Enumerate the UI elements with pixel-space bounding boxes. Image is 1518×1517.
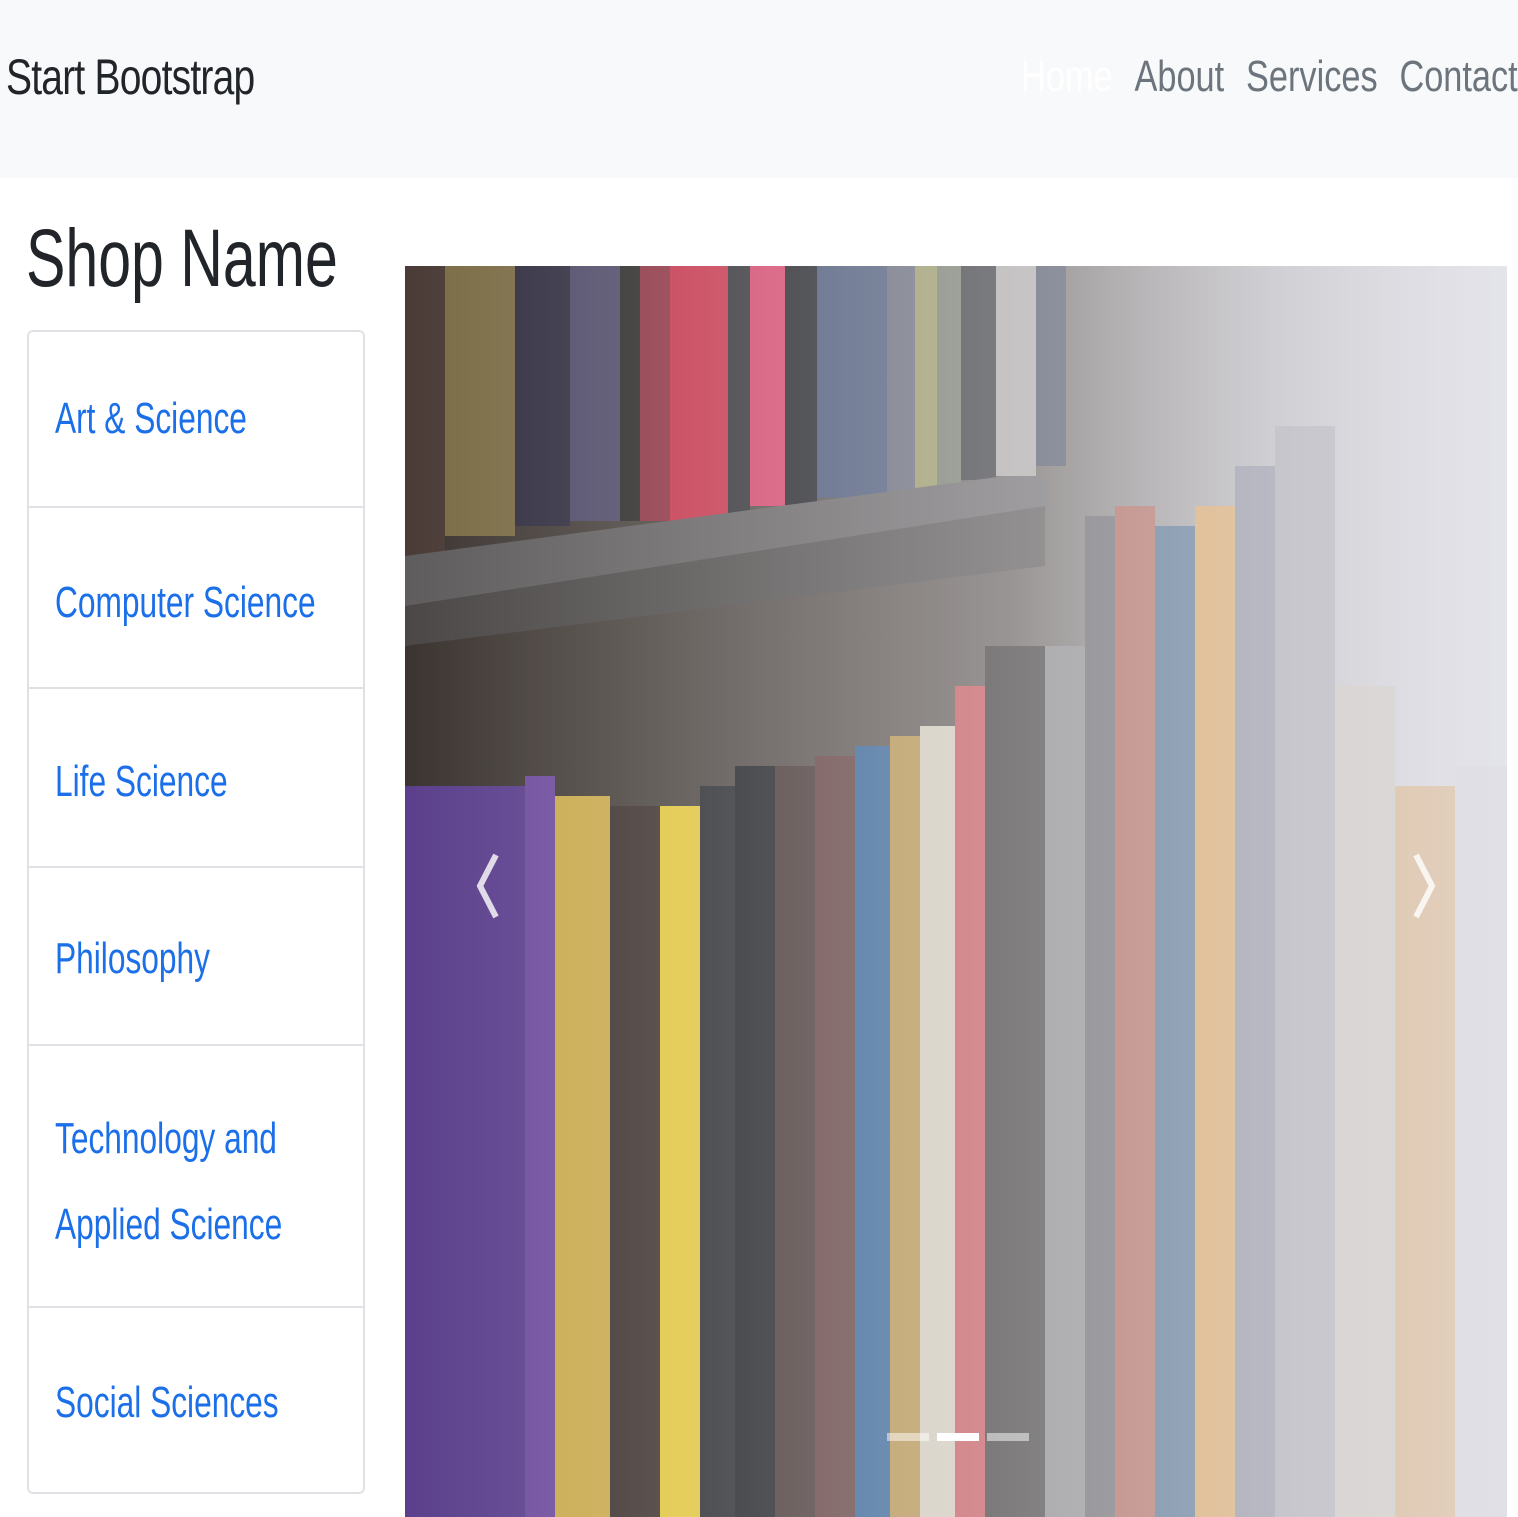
navbar-brand[interactable]: Start Bootstrap [6, 48, 255, 106]
category-item-technology-applied-science[interactable]: Technology and Applied Science [29, 1046, 363, 1308]
carousel-next-button[interactable] [1389, 826, 1459, 946]
category-item-computer-science[interactable]: Computer Science [29, 508, 363, 689]
category-label: Philosophy [55, 934, 210, 983]
nav-link-about[interactable]: About [1135, 52, 1225, 102]
carousel-indicators [887, 1433, 1037, 1441]
carousel-indicator-2[interactable] [937, 1433, 979, 1441]
category-item-life-science[interactable]: Life Science [29, 689, 363, 868]
category-label: Technology and Applied Science [55, 1114, 283, 1249]
carousel-slide-image [405, 266, 1507, 1517]
navbar-links: Home About Services Contact [1000, 52, 1518, 102]
category-list: Art & Science Computer Science Life Scie… [27, 330, 365, 1494]
chevron-left-icon [476, 853, 499, 919]
chevron-right-icon [1413, 853, 1436, 919]
category-item-art-science[interactable]: Art & Science [29, 332, 363, 508]
category-label: Computer Science [55, 578, 316, 627]
carousel [405, 266, 1507, 1517]
shop-name-heading: Shop Name [26, 213, 338, 304]
nav-link-home[interactable]: Home [1021, 52, 1113, 102]
category-label: Social Sciences [55, 1378, 279, 1427]
category-label: Art & Science [55, 394, 247, 443]
nav-link-services[interactable]: Services [1246, 52, 1378, 102]
nav-link-contact[interactable]: Contact [1400, 52, 1518, 102]
category-item-social-sciences[interactable]: Social Sciences [29, 1308, 363, 1492]
category-item-philosophy[interactable]: Philosophy [29, 868, 363, 1046]
carousel-indicator-3[interactable] [987, 1433, 1029, 1441]
carousel-prev-button[interactable] [453, 826, 523, 946]
navbar: Start Bootstrap Home About Services Cont… [0, 0, 1518, 178]
category-label: Life Science [55, 757, 228, 806]
carousel-indicator-1[interactable] [887, 1433, 929, 1441]
